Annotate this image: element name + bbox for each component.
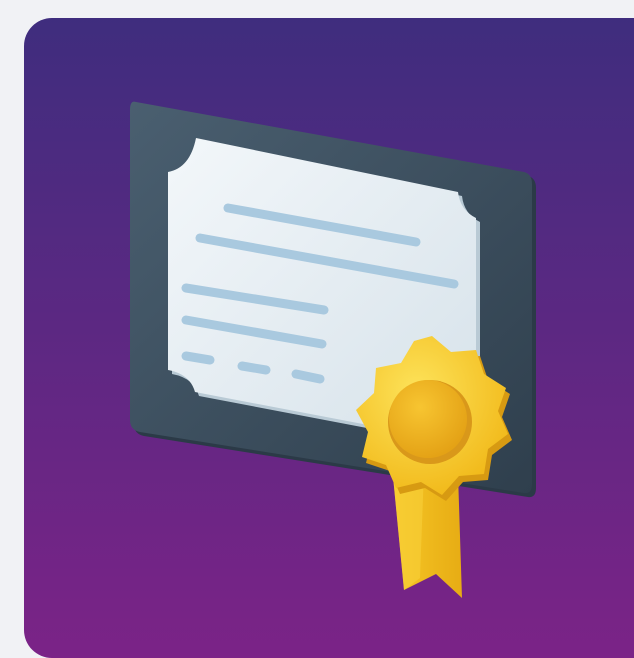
- text-dash-2: [237, 361, 271, 375]
- text-dash-1: [181, 351, 215, 365]
- illustration-card: [24, 18, 634, 658]
- certificate-illustration: [24, 18, 634, 658]
- text-dash-3: [291, 369, 325, 384]
